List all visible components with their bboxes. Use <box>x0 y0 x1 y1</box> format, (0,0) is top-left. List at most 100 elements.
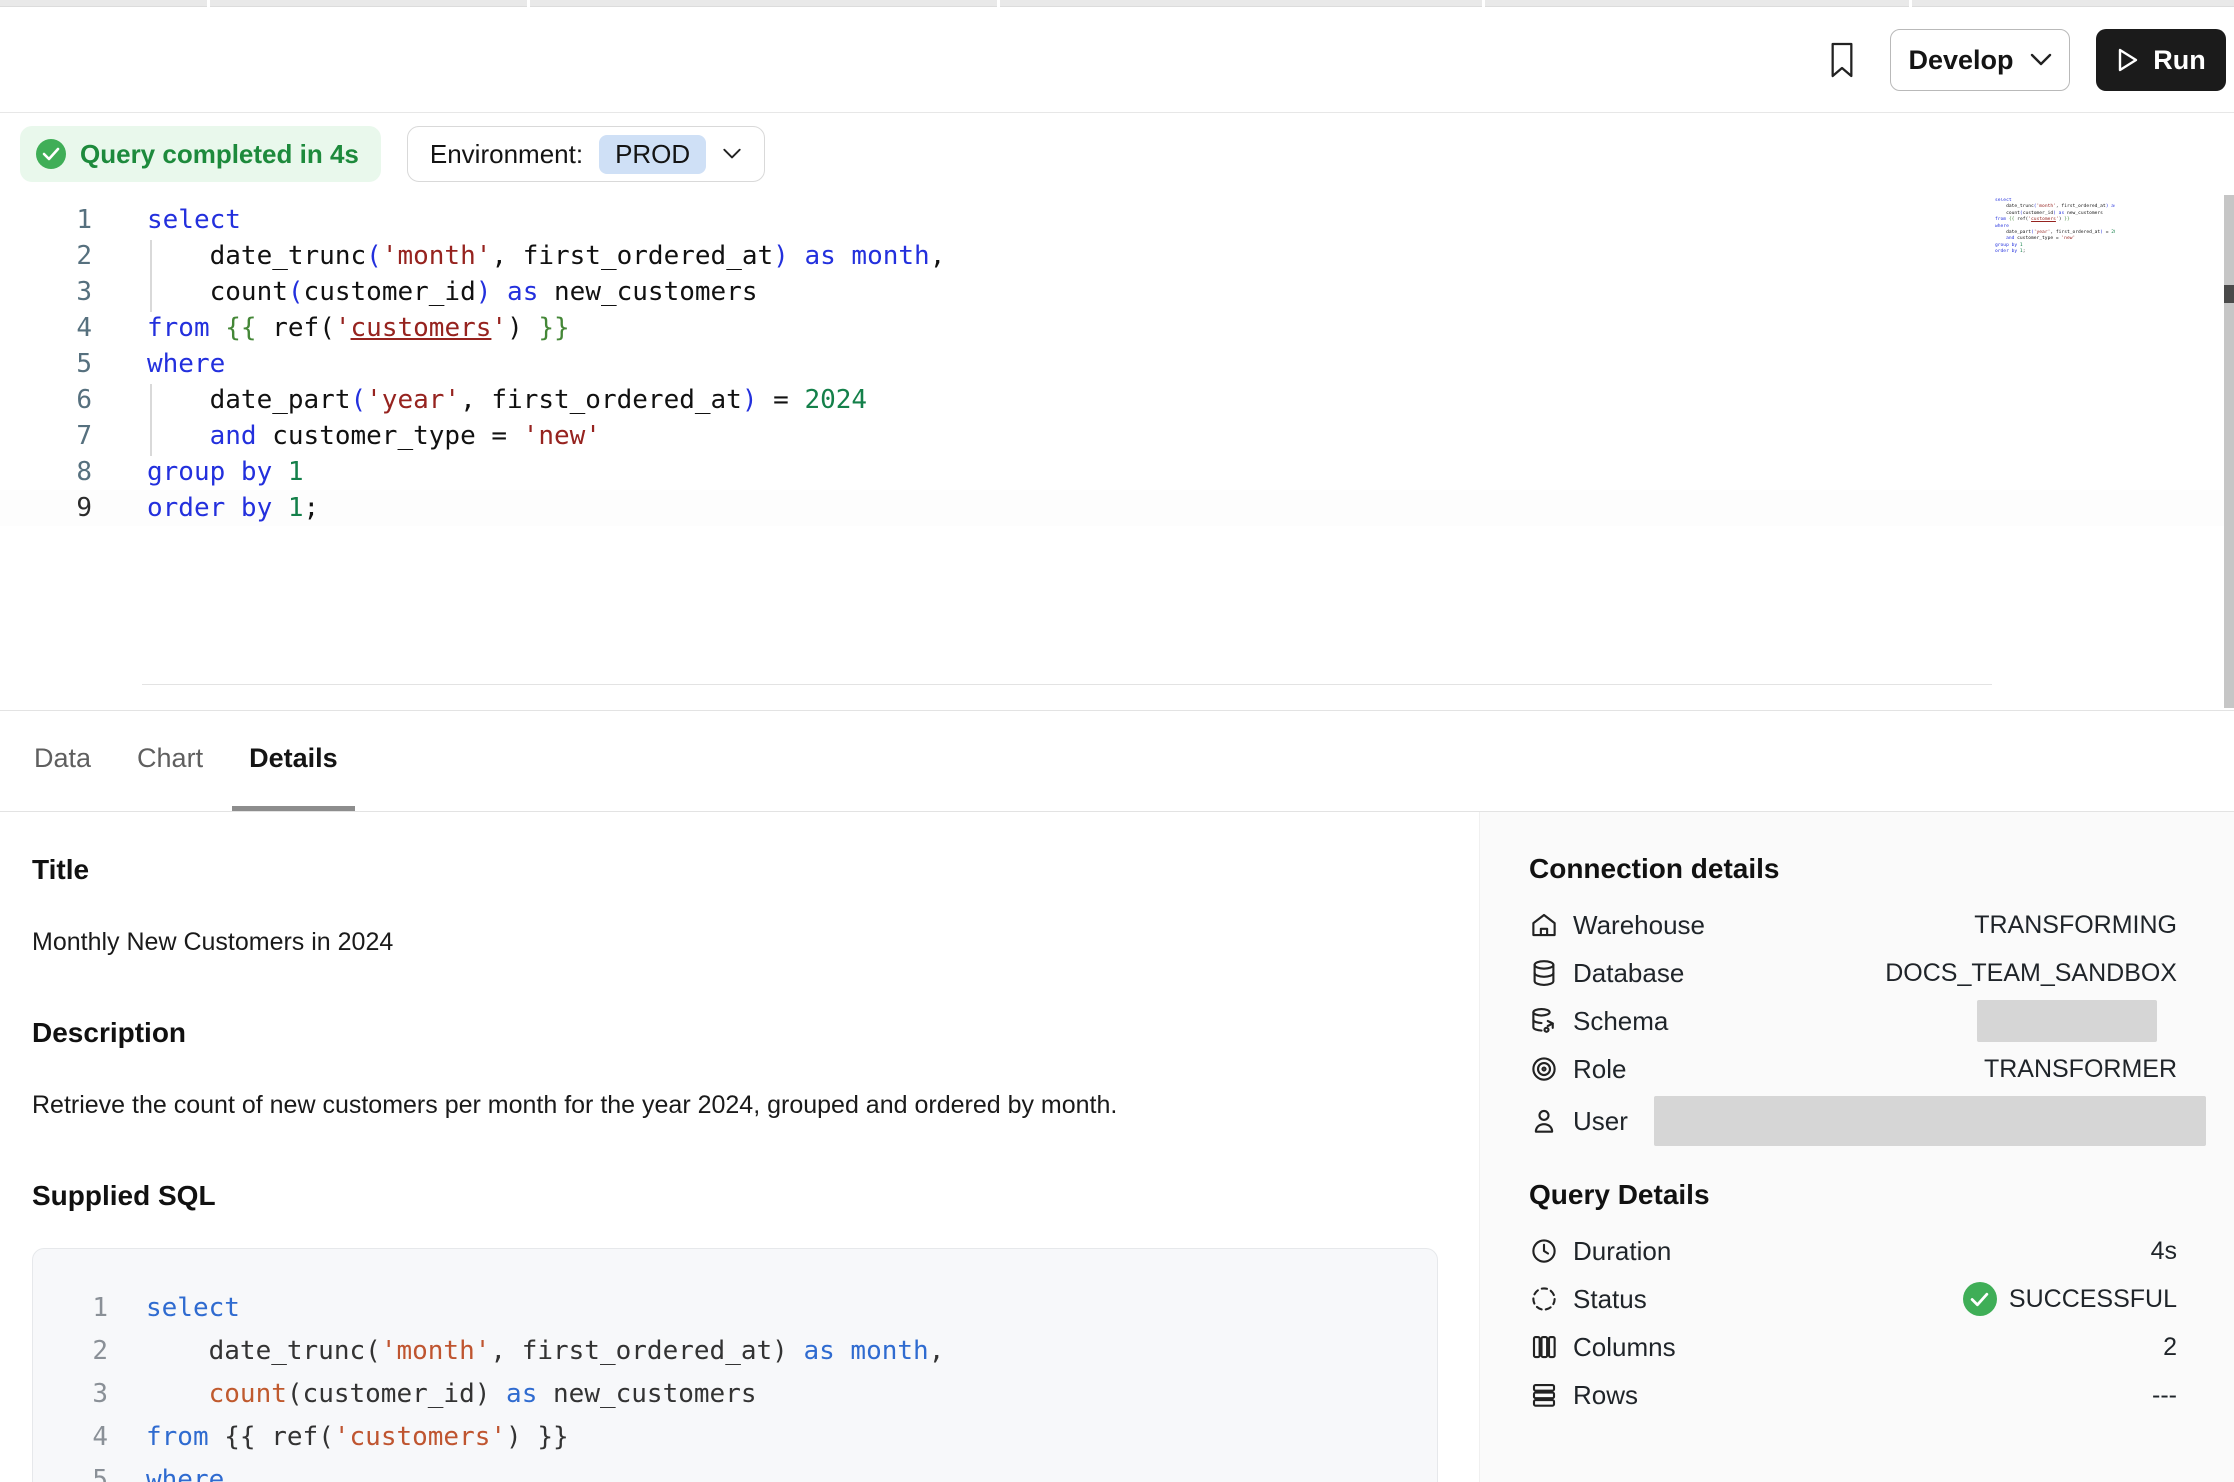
code-line: 5where <box>63 1459 1437 1482</box>
row-value: --- <box>2152 1381 2177 1410</box>
description-heading: Description <box>32 1017 1439 1049</box>
indent-guide <box>150 384 152 456</box>
code-line: 9order by 1; <box>0 490 2234 526</box>
user-icon <box>1529 1106 1559 1136</box>
redacted-value <box>1977 1000 2157 1042</box>
line-number: 3 <box>0 274 92 310</box>
line-number: 9 <box>0 490 92 526</box>
info-row-duration: Duration 4s <box>1529 1227 2177 1275</box>
info-row-columns: Columns2 <box>1529 1323 2177 1371</box>
row-label: Warehouse <box>1573 910 1705 941</box>
line-number: 2 <box>0 238 92 274</box>
editor-scrollbar[interactable] <box>2224 195 2234 708</box>
run-button[interactable]: Run <box>2096 29 2226 91</box>
environment-label: Environment: <box>430 139 583 170</box>
chevron-down-icon <box>722 148 742 160</box>
info-row-role: Role TRANSFORMER <box>1529 1045 2177 1093</box>
code-line: 6 date_part('year', first_ordered_at) = … <box>0 382 2234 418</box>
info-row-warehouse: Warehouse TRANSFORMING <box>1529 901 2177 949</box>
details-right-pane: Connection details WarehouseTRANSFORMING… <box>1479 812 2234 1482</box>
code-line: 3 count(customer_id) as new_customers <box>0 274 2234 310</box>
status-icon <box>1529 1284 1559 1314</box>
row-label: Database <box>1573 958 1684 989</box>
code-line: 3 count(customer_id) as new_customers <box>63 1373 1437 1416</box>
info-row-user: User <box>1529 1093 2177 1149</box>
row-value: DOCS_TEAM_SANDBOX <box>1885 959 2177 988</box>
tab-chart[interactable]: Chart <box>120 711 220 811</box>
line-number: 4 <box>0 310 92 346</box>
row-label: Status <box>1573 1284 1647 1315</box>
description-value: Retrieve the count of new customers per … <box>32 1091 1439 1120</box>
code-line: 8group by 1 <box>0 454 2234 490</box>
columns-icon <box>1529 1332 1559 1362</box>
code-line: 2 date_trunc('month', first_ordered_at) … <box>0 238 2234 274</box>
schema-icon <box>1529 1006 1559 1036</box>
line-number: 4 <box>63 1416 108 1459</box>
line-number: 7 <box>0 418 92 454</box>
code-line: 1select <box>0 202 2234 238</box>
editor-scrollbar-thumb[interactable] <box>2224 285 2234 303</box>
results-tab-bar: DataChartDetails <box>0 710 2234 812</box>
rows-icon <box>1529 1380 1559 1410</box>
info-row-schema: Schema <box>1529 997 2177 1045</box>
sql-editor[interactable]: 1select2 date_trunc('month', first_order… <box>0 195 2234 710</box>
editor-minimap[interactable]: 1select2 date_trunc('month', first_order… <box>1995 198 2115 268</box>
code-line: 5where <box>0 346 2234 382</box>
row-value: TRANSFORMING <box>1974 911 2177 940</box>
query-details-heading: Query Details <box>1529 1179 2177 1211</box>
line-number: 5 <box>63 1459 108 1482</box>
app-root: Develop Run Query completed in 4s Enviro… <box>0 0 2234 1482</box>
info-row-rows: Rows --- <box>1529 1371 2177 1419</box>
title-heading: Title <box>32 854 1439 886</box>
bookmark-button[interactable] <box>1820 34 1864 86</box>
row-value <box>1654 1096 2177 1146</box>
clock-icon <box>1529 1236 1559 1266</box>
row-value <box>1977 1000 2177 1042</box>
tab-divider <box>527 0 530 7</box>
query-status-badge: Query completed in 4s <box>20 126 381 182</box>
tab-divider <box>997 0 1000 7</box>
play-icon <box>2116 47 2140 73</box>
row-label: Role <box>1573 1054 1626 1085</box>
success-check-icon <box>36 139 66 169</box>
code-line: 4from {{ ref('customers') }} <box>63 1416 1437 1459</box>
info-row-database: Database DOCS_TEAM_SANDBOX <box>1529 949 2177 997</box>
line-number: 8 <box>0 454 92 490</box>
line-number: 5 <box>0 346 92 382</box>
row-label: Rows <box>1573 1380 1638 1411</box>
develop-label: Develop <box>1908 45 2013 76</box>
row-label: User <box>1573 1106 1628 1137</box>
supplied-sql-block: 1select2 date_trunc('month', first_order… <box>32 1248 1438 1482</box>
code-line: 9order by 1; <box>1995 249 2115 255</box>
line-number: 6 <box>0 382 92 418</box>
query-status-text: Query completed in 4s <box>80 139 359 170</box>
row-value: 4s <box>2151 1237 2177 1266</box>
role-icon <box>1529 1054 1559 1084</box>
row-label: Duration <box>1573 1236 1671 1267</box>
environment-value-pill: PROD <box>599 135 706 174</box>
success-check-icon <box>1963 1282 1997 1316</box>
code-line: 4from {{ ref('customers') }} <box>0 310 2234 346</box>
row-label: Columns <box>1573 1332 1676 1363</box>
tab-divider <box>1909 0 1912 7</box>
title-value: Monthly New Customers in 2024 <box>32 928 1439 957</box>
indent-guide <box>150 240 152 312</box>
line-number: 1 <box>63 1287 108 1330</box>
supplied-sql-heading: Supplied SQL <box>32 1180 1439 1212</box>
details-left-pane: Title Monthly New Customers in 2024 Desc… <box>0 812 1479 1482</box>
code-line: 2 date_trunc('month', first_ordered_at) … <box>63 1330 1437 1373</box>
database-icon <box>1529 958 1559 988</box>
chevron-down-icon <box>2030 53 2052 67</box>
develop-dropdown-button[interactable]: Develop <box>1890 29 2070 91</box>
tab-data[interactable]: Data <box>17 711 108 811</box>
line-number: 1 <box>0 202 92 238</box>
details-panel: Title Monthly New Customers in 2024 Desc… <box>0 812 2234 1482</box>
row-value: TRANSFORMER <box>1984 1055 2177 1084</box>
header-toolbar: Develop Run <box>0 8 2234 113</box>
run-label: Run <box>2153 45 2205 76</box>
tab-details[interactable]: Details <box>232 711 355 811</box>
bookmark-icon <box>1826 41 1858 79</box>
browser-tabstrip <box>0 0 2234 7</box>
environment-dropdown[interactable]: Environment: PROD <box>407 126 765 182</box>
tab-divider <box>207 0 210 7</box>
